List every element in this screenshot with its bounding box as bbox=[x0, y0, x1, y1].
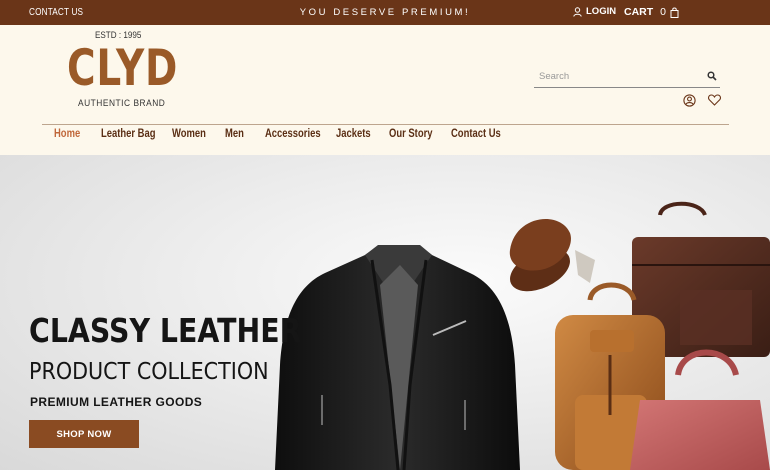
shopping-bag-icon bbox=[670, 6, 679, 18]
login-label: LOGIN bbox=[586, 6, 617, 17]
user-circle-icon[interactable] bbox=[683, 94, 696, 107]
nav-contact-us[interactable]: Contact Us bbox=[451, 128, 501, 140]
nav-accessories[interactable]: Accessories bbox=[265, 128, 321, 140]
main-nav: Home Leather Bag Women Men Accessories J… bbox=[0, 128, 770, 148]
nav-divider bbox=[42, 124, 729, 125]
login-link[interactable]: LOGIN bbox=[573, 6, 616, 17]
leather-jacket bbox=[275, 245, 520, 470]
site-header: ESTD : 1995 CLYD AUTHENTIC BRAND Search … bbox=[0, 25, 770, 155]
nav-women[interactable]: Women bbox=[172, 128, 206, 140]
hero-subtitle: PREMIUM LEATHER GOODS bbox=[30, 395, 203, 409]
cart-label: CART bbox=[624, 6, 654, 18]
shop-now-button[interactable]: SHOP NOW bbox=[29, 420, 139, 448]
leather-hat bbox=[509, 218, 595, 292]
user-icon bbox=[573, 6, 582, 17]
cart-count: 0 bbox=[660, 6, 667, 18]
hero-title: CLASSY LEATHER bbox=[29, 311, 302, 350]
hero-title-secondary: PRODUCT COLLECTION bbox=[29, 357, 269, 385]
search-icon[interactable] bbox=[707, 71, 717, 81]
search-bar[interactable]: Search bbox=[534, 68, 720, 88]
nav-leather-bag[interactable]: Leather Bag bbox=[101, 128, 156, 140]
heart-icon[interactable] bbox=[708, 94, 721, 106]
nav-our-story[interactable]: Our Story bbox=[389, 128, 432, 140]
search-input[interactable]: Search bbox=[539, 71, 569, 82]
brand-tagline: AUTHENTIC BRAND bbox=[78, 98, 166, 109]
cart-link[interactable]: CART 0 bbox=[624, 6, 679, 18]
top-bar: CONTACT US YOU DESERVE PREMIUM! LOGIN CA… bbox=[0, 0, 770, 25]
nav-home[interactable]: Home bbox=[54, 128, 80, 140]
nav-men[interactable]: Men bbox=[225, 128, 244, 140]
brand-logo[interactable]: CLYD bbox=[67, 39, 178, 97]
nav-jackets[interactable]: Jackets bbox=[336, 128, 371, 140]
hero-banner: CLASSY LEATHER PRODUCT COLLECTION PREMIU… bbox=[0, 155, 770, 470]
